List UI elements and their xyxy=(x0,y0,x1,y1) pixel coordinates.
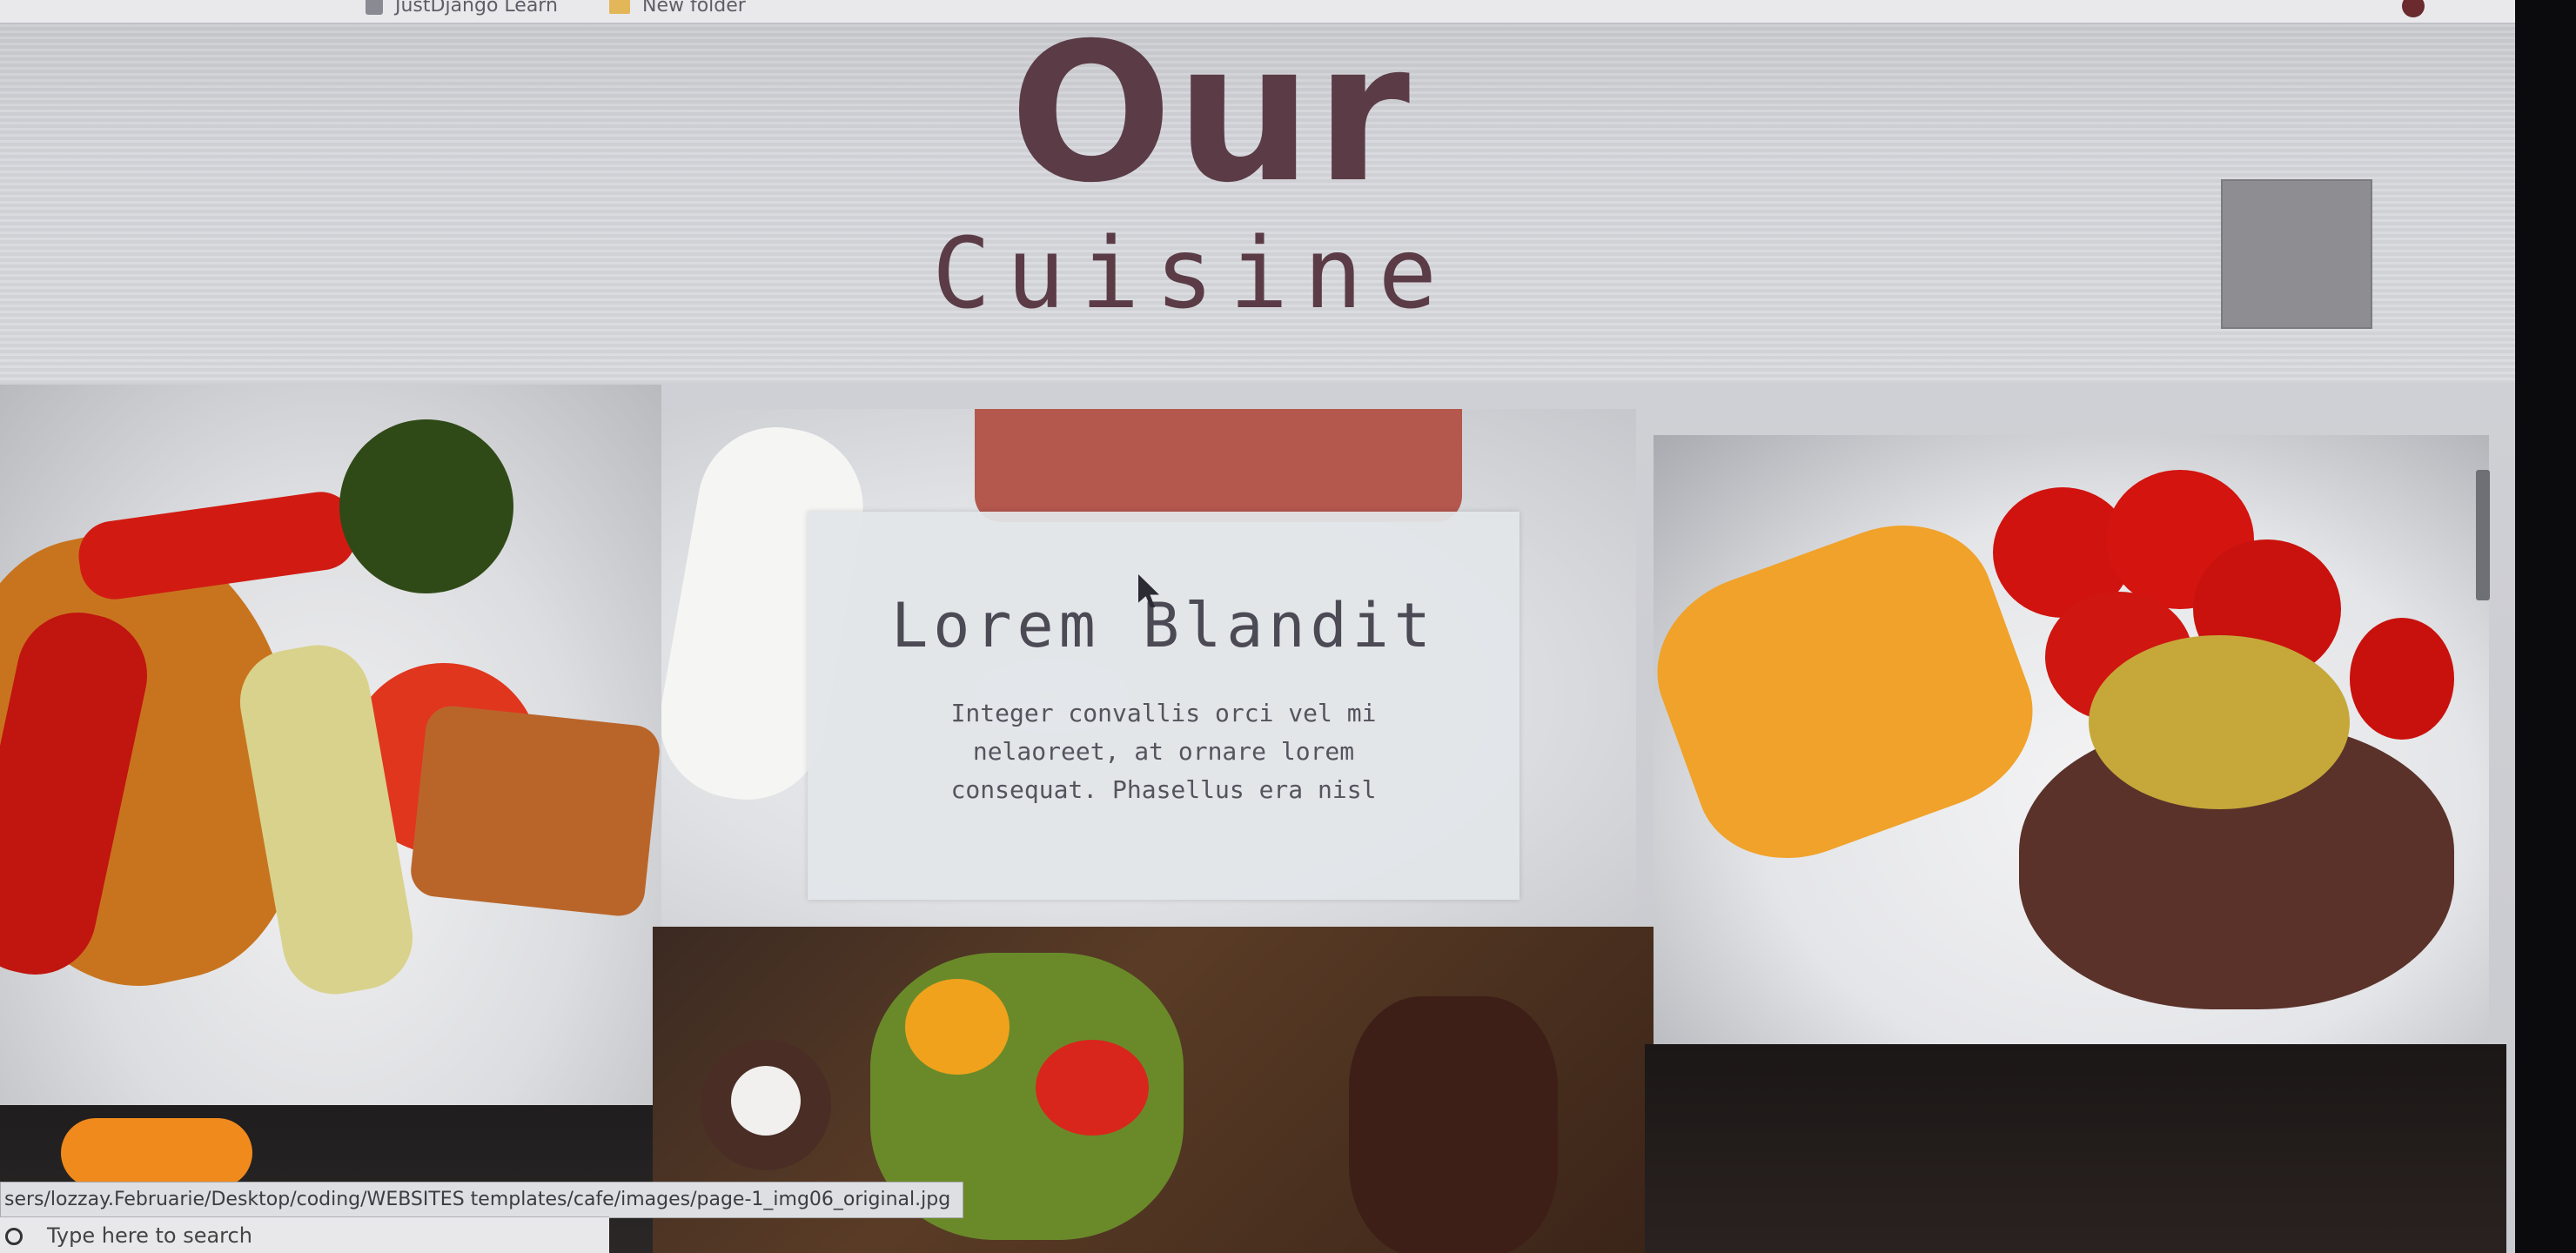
food-salami-shape xyxy=(975,409,1462,522)
profile-avatar-icon[interactable] xyxy=(2402,0,2425,17)
cuisine-card: Lorem Blandit Integer convallis orci vel… xyxy=(808,512,1519,900)
card-text-line: Integer convallis orci vel mi xyxy=(950,699,1377,727)
status-bar-url: sers/lozzay.Februarie/Desktop/coding/WEB… xyxy=(0,1182,964,1218)
card-title: Lorem Blandit xyxy=(891,590,1436,661)
browser-viewport: JustDjango Learn New folder Our Cuisine xyxy=(0,0,2515,1253)
card-description: Integer convallis orci vel mi nelaoreet,… xyxy=(869,694,1459,809)
bookmark-label: JustDjango Learn xyxy=(395,0,558,17)
taskbar-search-input[interactable]: Type here to search xyxy=(47,1217,252,1253)
card-text-line: consequat. Phasellus era nisl xyxy=(950,775,1377,804)
food-steak-shape xyxy=(1349,996,1558,1253)
menu-toggle-button[interactable] xyxy=(2221,179,2372,329)
food-herb-butter-shape xyxy=(2089,635,2350,809)
bookmark-justdjango[interactable]: JustDjango Learn xyxy=(366,0,558,17)
folder-icon xyxy=(609,0,630,14)
hero-title-cuisine: Cuisine xyxy=(931,218,1452,331)
windows-taskbar: Type here to search xyxy=(0,1216,609,1253)
card-text-line: nelaoreet, at ornare lorem xyxy=(972,737,1355,766)
hero-title-our: Our xyxy=(1010,2,1414,224)
food-photo-left[interactable] xyxy=(0,385,661,1131)
food-photo-right-bottom xyxy=(1645,1044,2506,1253)
search-icon[interactable] xyxy=(5,1228,23,1245)
food-parsley-shape xyxy=(339,419,513,593)
food-squash-shape xyxy=(905,979,1010,1075)
food-salt-shape xyxy=(731,1066,801,1136)
bookmark-favicon-icon xyxy=(366,0,383,15)
food-pepper-shape xyxy=(1036,1040,1149,1136)
food-tomato-shape xyxy=(2350,618,2454,740)
monitor-bezel xyxy=(2515,0,2576,1253)
food-orange-shape xyxy=(61,1118,252,1188)
bookmark-label: New folder xyxy=(642,0,746,17)
bookmark-new-folder[interactable]: New folder xyxy=(609,0,746,17)
scrollbar-thumb[interactable] xyxy=(2476,470,2490,600)
food-bread-shape xyxy=(408,703,661,919)
